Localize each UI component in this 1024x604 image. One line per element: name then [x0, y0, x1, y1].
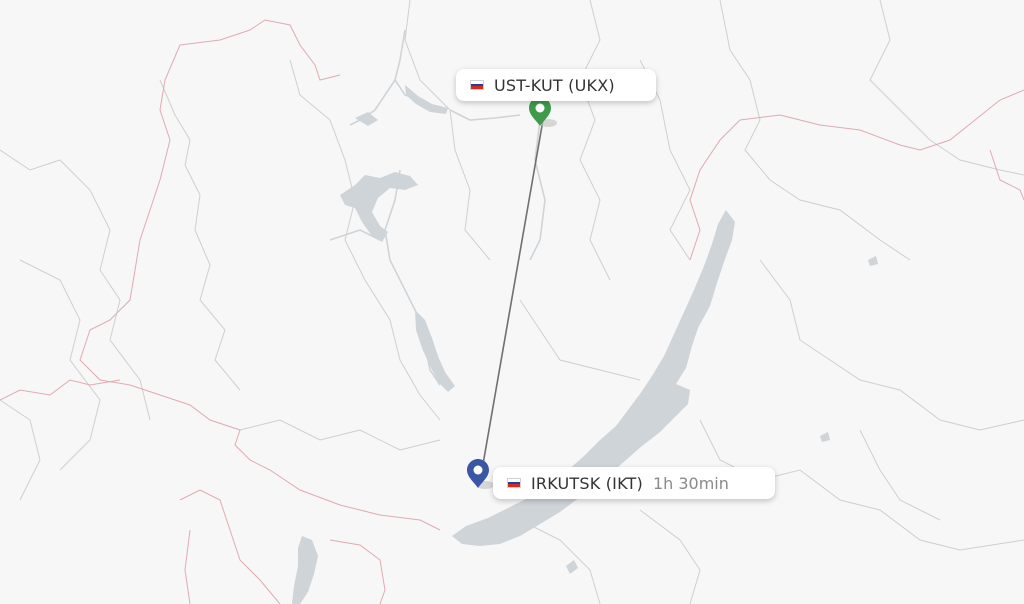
russia-flag-icon: [507, 478, 521, 488]
destination-pin-dot: [473, 465, 483, 475]
russia-flag-icon: [470, 80, 484, 90]
destination-airport-label: IRKUTSK (IKT): [531, 473, 643, 493]
origin-pin-dot: [535, 103, 545, 113]
flight-duration: 1h 30min: [652, 473, 729, 493]
destination-label-card[interactable]: IRKUTSK (IKT) 1h 30min: [493, 467, 775, 499]
origin-airport-label: UST-KUT (UKX): [494, 75, 615, 95]
origin-label-card[interactable]: UST-KUT (UKX): [456, 69, 656, 101]
